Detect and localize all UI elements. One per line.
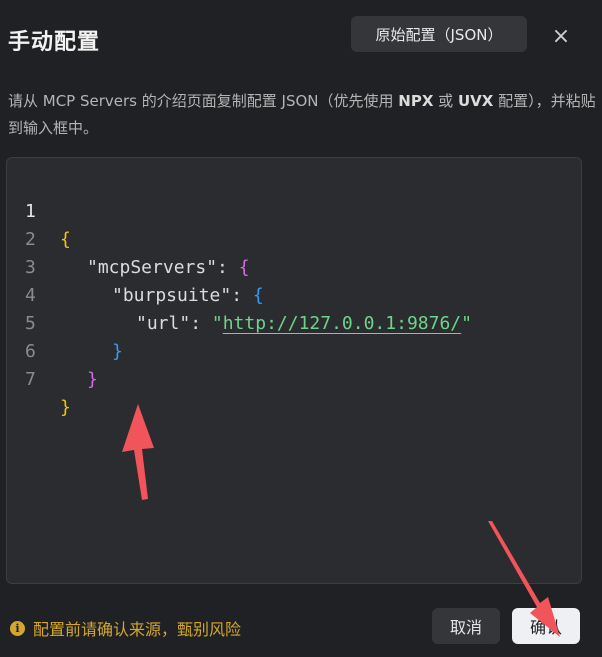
code-token: "burpsuite" bbox=[112, 285, 232, 306]
close-icon[interactable]: × bbox=[548, 24, 574, 50]
code-content: } bbox=[60, 394, 71, 422]
code-content: } bbox=[87, 366, 98, 394]
code-token: } bbox=[87, 369, 98, 390]
code-content: "url": "http://127.0.0.1:9876/" bbox=[136, 310, 472, 338]
info-icon: i bbox=[10, 620, 25, 636]
editor-line: 3 "burpsuite": { bbox=[7, 226, 264, 306]
code-token: : bbox=[231, 285, 253, 306]
code-token: } bbox=[60, 397, 71, 418]
dialog-description: 请从 MCP Servers 的介绍页面复制配置 JSON（优先使用 NPX 或… bbox=[8, 88, 596, 142]
code-content: "burpsuite": { bbox=[112, 282, 264, 310]
editor-line: 4 "url": "http://127.0.0.1:9876/" bbox=[7, 254, 472, 334]
code-token: { bbox=[252, 285, 264, 306]
confirm-button[interactable]: 确认 bbox=[512, 608, 580, 644]
dialog-title: 手动配置 bbox=[8, 30, 101, 55]
line-number: 7 bbox=[25, 369, 36, 390]
editor-line: 1 { bbox=[7, 170, 72, 250]
code-token: { bbox=[238, 257, 250, 278]
url-link[interactable]: http://127.0.0.1:9876/ bbox=[223, 313, 461, 334]
code-content: } bbox=[112, 338, 123, 366]
editor-line: 6 } bbox=[7, 310, 98, 390]
description-text-1: 请从 MCP Servers 的介绍页面复制配置 JSON（优先使用 bbox=[8, 92, 399, 110]
json-editor[interactable]: 1 { 2 "mcpServers": { 3 "burpsuite": { 4… bbox=[6, 157, 582, 584]
editor-line: 2 "mcpServers": { bbox=[7, 198, 250, 278]
raw-config-json-button[interactable]: 原始配置（JSON） bbox=[351, 16, 527, 52]
code-token: } bbox=[112, 341, 123, 362]
description-text-2: 或 bbox=[433, 92, 458, 110]
risk-warning: i 配置前请确认来源，甄别风险 bbox=[10, 616, 241, 640]
code-token: : bbox=[217, 257, 239, 278]
code-token: : bbox=[190, 313, 212, 334]
editor-line: 5 } bbox=[7, 282, 123, 362]
code-token: " bbox=[211, 313, 223, 334]
editor-line: 7 } bbox=[7, 338, 72, 418]
code-token: "mcpServers" bbox=[87, 257, 218, 278]
risk-warning-text: 配置前请确认来源，甄别风险 bbox=[33, 620, 242, 639]
description-npx: NPX bbox=[398, 92, 434, 110]
code-token: " bbox=[461, 313, 472, 334]
manual-config-dialog: 手动配置 原始配置（JSON） × 请从 MCP Servers 的介绍页面复制… bbox=[0, 0, 602, 657]
code-token: "url" bbox=[136, 313, 191, 334]
cancel-button[interactable]: 取消 bbox=[432, 608, 500, 644]
description-uvx: UVX bbox=[457, 92, 494, 110]
code-content: "mcpServers": { bbox=[87, 254, 250, 282]
